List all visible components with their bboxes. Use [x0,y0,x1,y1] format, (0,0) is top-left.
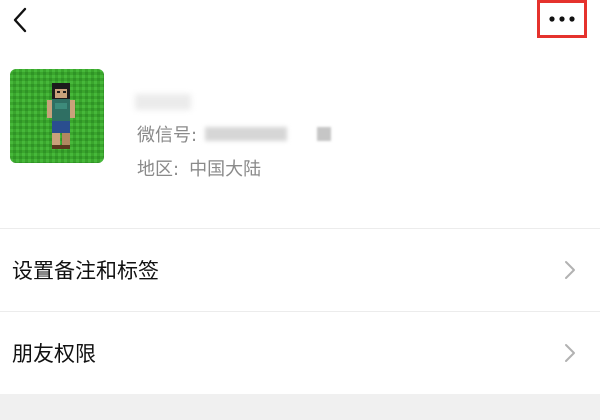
wechat-id-redacted-tail [317,127,332,141]
profile-section: 微信号: 地区: 中国大陆 [0,44,600,204]
avatar[interactable] [10,69,104,163]
wechat-id-row: 微信号: [137,122,332,146]
wechat-id-label: 微信号: [137,125,198,146]
menu-item-label: 朋友权限 [12,342,96,366]
region-value: 中国大陆 [189,159,262,180]
wechat-id-redacted [205,127,288,141]
region-label: 地区: [137,159,180,180]
menu-item-label: 设置备注和标签 [12,259,159,283]
friend-permissions-item[interactable]: 朋友权限 [0,312,600,394]
section-separator [0,394,600,420]
avatar-image [10,69,104,163]
chevron-right-icon [565,344,575,362]
region-row: 地区: 中国大陆 [137,156,261,180]
chevron-left-icon [13,7,27,33]
set-remark-and-tags-item[interactable]: 设置备注和标签 [0,229,600,311]
back-button[interactable] [0,0,40,40]
more-options-button[interactable] [537,0,587,38]
nickname-redacted [135,94,191,110]
chevron-right-icon [565,261,575,279]
ellipsis-icon [549,16,575,22]
top-bar [0,0,600,44]
